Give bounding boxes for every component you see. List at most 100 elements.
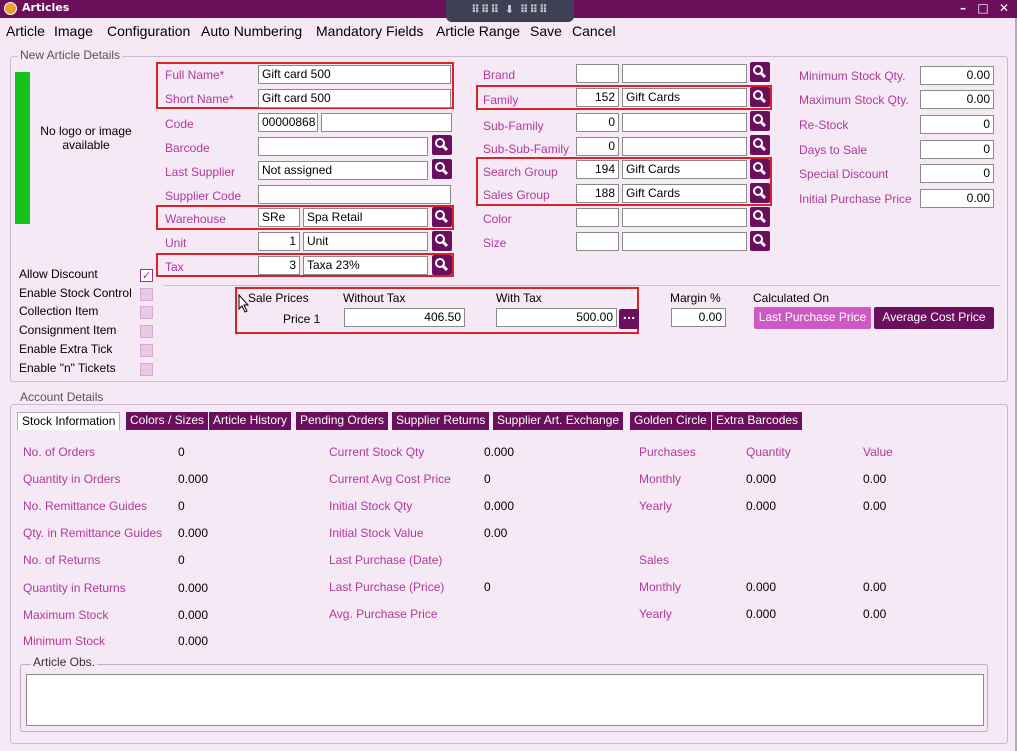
allow-discount-checkbox[interactable]: ✓ bbox=[140, 269, 153, 282]
subsubfamily-code-input[interactable]: 0 bbox=[576, 137, 619, 156]
unit-code-input[interactable]: 1 bbox=[258, 232, 300, 251]
family-search-icon[interactable] bbox=[750, 87, 770, 107]
special-discount-input[interactable]: 0 bbox=[920, 164, 994, 183]
color-search-icon[interactable] bbox=[750, 207, 770, 227]
warehouse-name-input[interactable]: Spa Retail bbox=[303, 208, 428, 227]
sales-yearly-label: Yearly bbox=[639, 607, 672, 621]
tab-supplier-returns[interactable]: Supplier Returns bbox=[392, 412, 491, 430]
initial-purchase-input[interactable]: 0.00 bbox=[920, 189, 994, 208]
full-name-input[interactable]: Gift card 500 bbox=[258, 65, 451, 84]
enable-n-tickets-checkbox[interactable] bbox=[140, 363, 153, 376]
barcode-input[interactable] bbox=[258, 137, 428, 156]
last-supplier-search-icon[interactable] bbox=[432, 159, 452, 179]
menu-article[interactable]: Article bbox=[6, 23, 45, 39]
menu-cancel[interactable]: Cancel bbox=[572, 23, 616, 39]
sales-header: Sales bbox=[639, 553, 670, 567]
enable-stock-control-label: Enable Stock Control bbox=[19, 286, 132, 300]
collection-item-checkbox[interactable] bbox=[140, 306, 153, 319]
tax-code-input[interactable]: 3 bbox=[258, 256, 300, 275]
stat-value: 0 bbox=[178, 499, 185, 513]
restock-label: Re-Stock bbox=[799, 118, 849, 132]
last-supplier-input[interactable]: Not assigned bbox=[258, 161, 428, 180]
menu-image[interactable]: Image bbox=[54, 23, 93, 39]
family-code-input[interactable]: 152 bbox=[576, 88, 619, 107]
size-search-icon[interactable] bbox=[750, 231, 770, 251]
sales-group-code-input[interactable]: 188 bbox=[576, 184, 619, 203]
days-to-sale-input[interactable]: 0 bbox=[920, 140, 994, 159]
price-more-button[interactable]: ... bbox=[619, 309, 639, 329]
enable-stock-control-checkbox[interactable] bbox=[140, 288, 153, 301]
sales-monthly-qty: 0.000 bbox=[746, 580, 777, 594]
minimize-button[interactable]: – bbox=[954, 0, 972, 16]
max-stock-label: Maximum Stock Qty. bbox=[799, 93, 909, 107]
with-tax-label: With Tax bbox=[496, 291, 542, 305]
short-name-input[interactable]: Gift card 500 bbox=[258, 89, 451, 108]
tab-golden-circle[interactable]: Golden Circle bbox=[630, 412, 712, 430]
subfamily-name-input[interactable] bbox=[622, 113, 747, 132]
stat-label: Quantity in Returns bbox=[23, 581, 126, 595]
unit-search-icon[interactable] bbox=[432, 231, 452, 251]
brand-code-input[interactable] bbox=[576, 64, 619, 83]
price1-without-tax-input[interactable]: 406.50 bbox=[344, 308, 465, 327]
warehouse-code-input[interactable]: SRe bbox=[258, 208, 300, 227]
warehouse-search-icon[interactable] bbox=[432, 207, 452, 227]
price1-label: Price 1 bbox=[283, 312, 321, 326]
size-name-input[interactable] bbox=[622, 232, 747, 251]
tax-search-icon[interactable] bbox=[432, 255, 452, 275]
margin-input[interactable]: 0.00 bbox=[671, 308, 726, 327]
tab-pending-orders[interactable]: Pending Orders bbox=[296, 412, 390, 430]
stat-label: Initial Stock Value bbox=[329, 526, 424, 540]
enable-extra-tick-checkbox[interactable] bbox=[140, 344, 153, 357]
unit-name-input[interactable]: Unit bbox=[303, 232, 428, 251]
tab-article-history[interactable]: Article History bbox=[209, 412, 293, 430]
last-purchase-price-button[interactable]: Last Purchase Price bbox=[754, 307, 871, 329]
min-stock-input[interactable]: 0.00 bbox=[920, 66, 994, 85]
subfamily-search-icon[interactable] bbox=[750, 111, 770, 131]
subfamily-label: Sub-Family bbox=[483, 119, 544, 133]
value-header: Value bbox=[863, 445, 893, 459]
size-code-input[interactable] bbox=[576, 232, 619, 251]
subsubfamily-search-icon[interactable] bbox=[750, 135, 770, 155]
search-group-label: Search Group bbox=[483, 165, 558, 179]
close-button[interactable]: ✕ bbox=[995, 0, 1013, 16]
menu-configuration[interactable]: Configuration bbox=[107, 23, 190, 39]
family-name-input[interactable]: Gift Cards bbox=[622, 88, 747, 107]
barcode-label: Barcode bbox=[165, 141, 210, 155]
search-group-search-icon[interactable] bbox=[750, 159, 770, 179]
brand-name-input[interactable] bbox=[622, 64, 747, 83]
supplier-code-input[interactable] bbox=[258, 185, 451, 204]
search-group-code-input[interactable]: 194 bbox=[576, 160, 619, 179]
code-input[interactable]: 00000868 bbox=[258, 113, 318, 132]
brand-search-icon[interactable] bbox=[750, 62, 770, 82]
sales-group-label: Sales Group bbox=[483, 188, 550, 202]
subfamily-code-input[interactable]: 0 bbox=[576, 113, 619, 132]
drag-handle[interactable]: ⠿⠿⠿ ⬇ ⠿⠿⠿ bbox=[446, 0, 574, 22]
color-name-input[interactable] bbox=[622, 208, 747, 227]
consignment-item-checkbox[interactable] bbox=[140, 325, 153, 338]
color-code-input[interactable] bbox=[576, 208, 619, 227]
price1-with-tax-input[interactable]: 500.00 bbox=[496, 308, 617, 327]
menu-save[interactable]: Save bbox=[530, 23, 562, 39]
restock-input[interactable]: 0 bbox=[920, 115, 994, 134]
stat-value: 0 bbox=[178, 553, 185, 567]
code-extra-input[interactable] bbox=[321, 113, 452, 132]
sales-group-search-icon[interactable] bbox=[750, 183, 770, 203]
menu-mandatory-fields[interactable]: Mandatory Fields bbox=[316, 23, 423, 39]
tab-supplier-art-exchange[interactable]: Supplier Art. Exchange bbox=[493, 412, 625, 430]
tax-name-input[interactable]: Taxa 23% bbox=[303, 256, 428, 275]
search-group-name-input[interactable]: Gift Cards bbox=[622, 160, 747, 179]
enable-n-tickets-label: Enable "n" Tickets bbox=[19, 361, 116, 375]
maximize-button[interactable]: □ bbox=[974, 0, 992, 16]
menu-auto-numbering[interactable]: Auto Numbering bbox=[201, 23, 302, 39]
max-stock-input[interactable]: 0.00 bbox=[920, 90, 994, 109]
article-obs-textarea[interactable] bbox=[26, 674, 984, 726]
tab-extra-barcodes[interactable]: Extra Barcodes bbox=[712, 412, 804, 430]
barcode-search-icon[interactable] bbox=[432, 135, 452, 155]
subsubfamily-name-input[interactable] bbox=[622, 137, 747, 156]
sales-group-name-input[interactable]: Gift Cards bbox=[622, 184, 747, 203]
tab-colors-sizes[interactable]: Colors / Sizes bbox=[126, 412, 210, 430]
average-cost-price-button[interactable]: Average Cost Price bbox=[874, 307, 994, 329]
menu-article-range[interactable]: Article Range bbox=[436, 23, 520, 39]
code-label: Code bbox=[165, 117, 194, 131]
tab-stock-information[interactable]: Stock Information bbox=[17, 412, 121, 430]
